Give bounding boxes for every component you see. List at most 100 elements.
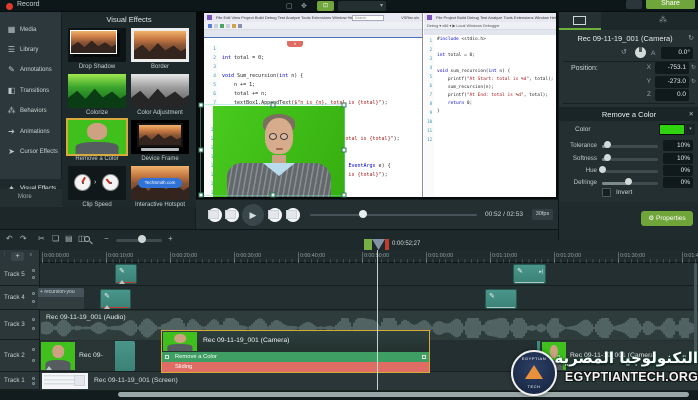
scrubber-handle[interactable]: [359, 210, 367, 218]
keyframe-marker[interactable]: [46, 366, 52, 370]
defringe-slider-handle[interactable]: [625, 178, 632, 185]
rotation-field[interactable]: 0.0°: [661, 47, 693, 59]
track-lock-icon[interactable]: [32, 382, 35, 385]
position-z-field[interactable]: 0.0: [655, 89, 689, 101]
step-back-button[interactable]: |◀: [208, 208, 222, 222]
sidebar-item-annotations[interactable]: ✎Annotations: [0, 60, 62, 80]
reset-all-icon[interactable]: ↻: [688, 34, 694, 42]
playhead-in-handle[interactable]: [364, 239, 372, 250]
track-row[interactable]: [40, 263, 698, 286]
track-lock-icon[interactable]: [32, 300, 35, 303]
resize-handle[interactable]: [342, 103, 347, 108]
play-button[interactable]: ▶: [242, 204, 264, 226]
reset-icon[interactable]: ↻: [691, 78, 696, 85]
share-button[interactable]: Share: [646, 0, 695, 9]
copy-button[interactable]: ❏: [52, 234, 59, 243]
effect-drop-shadow[interactable]: Drop Shadow: [68, 28, 126, 72]
hue-value-field[interactable]: 0%: [663, 165, 693, 176]
tab-effects[interactable]: ⁂: [601, 12, 643, 30]
canvas-zoom-dropdown[interactable]: ▾: [338, 1, 386, 11]
effect-color-adjustment[interactable]: Color Adjustment: [131, 74, 189, 118]
step-forward-button[interactable]: ▶|: [225, 208, 239, 222]
hue-slider-track[interactable]: [602, 170, 658, 173]
resize-handle[interactable]: [342, 148, 347, 153]
track-toggle-icon[interactable]: [32, 292, 35, 295]
fit-to-canvas-button[interactable]: ⊡: [317, 1, 334, 11]
effect-bar-remove-a-color[interactable]: Remove a Color: [162, 352, 429, 362]
annotation-clip[interactable]: ✎▸|: [513, 264, 546, 284]
next-button[interactable]: ›: [286, 208, 300, 222]
sidebar-item-transitions[interactable]: ◧Transitions: [0, 81, 62, 101]
paste-button[interactable]: ▤: [65, 234, 73, 243]
media-bin-clip[interactable]: + recursion-you: [38, 288, 84, 309]
tab-visual-properties[interactable]: [559, 12, 601, 30]
selected-camera-clip[interactable]: Rec 09-11-19_001 (Camera) Remove a Color…: [161, 330, 430, 373]
color-dropdown[interactable]: ▾: [686, 124, 695, 135]
playhead-line[interactable]: [377, 250, 378, 390]
add-track-button[interactable]: +: [11, 252, 24, 261]
position-x-field[interactable]: -753.1: [655, 62, 689, 74]
previous-button[interactable]: ‹: [268, 208, 282, 222]
reset-icon[interactable]: ↻: [691, 64, 696, 71]
invert-checkbox[interactable]: [602, 188, 611, 197]
sidebar-item-media[interactable]: ▦Media: [0, 20, 62, 40]
sidebar-item-more[interactable]: More: [0, 189, 62, 207]
topbar-button[interactable]: [626, 0, 642, 9]
track-lock-icon[interactable]: [32, 276, 35, 279]
tolerance-value-field[interactable]: 10%: [663, 140, 693, 151]
resize-handle[interactable]: [199, 148, 204, 153]
track-lock-icon[interactable]: [32, 327, 35, 330]
effect-interactive-hotspot[interactable]: TechSmith.comInteractive Hotspot: [131, 166, 189, 210]
rotation-dial[interactable]: [635, 47, 646, 58]
resize-handle[interactable]: [270, 193, 275, 198]
camera-clip[interactable]: Rec 09-: [40, 341, 135, 371]
keyframe-marker[interactable]: [119, 280, 125, 284]
track-lock-icon[interactable]: [32, 359, 35, 362]
track-toggle-icon[interactable]: [32, 348, 35, 351]
effect-bar-sliding[interactable]: Sliding: [162, 362, 429, 372]
effect-colorize[interactable]: Colorize: [68, 74, 126, 118]
color-swatch[interactable]: [659, 124, 685, 135]
zoom-out-button[interactable]: −: [104, 234, 109, 243]
annotation-clip[interactable]: ✎: [485, 289, 517, 309]
zoom-in-button[interactable]: +: [168, 234, 173, 243]
softness-value-field[interactable]: 10%: [663, 153, 693, 164]
resize-handle[interactable]: [199, 193, 204, 198]
sidebar-item-animations[interactable]: ➔Animations: [0, 122, 62, 142]
close-icon[interactable]: ✕: [689, 110, 694, 118]
horizontal-scrollbar[interactable]: [118, 392, 689, 397]
effect-border[interactable]: Border: [131, 28, 189, 72]
resize-handle[interactable]: [199, 103, 204, 108]
timeline-zoom-handle[interactable]: [138, 235, 146, 243]
collapse-tracks-icon[interactable]: ∨: [29, 252, 33, 258]
cut-button[interactable]: ✂: [38, 234, 45, 243]
redo-button[interactable]: ↷: [20, 234, 27, 243]
selection-box[interactable]: [200, 104, 345, 196]
track-toggle-icon[interactable]: [32, 269, 35, 272]
effect-clip-speed[interactable]: ›Clip Speed: [68, 166, 126, 210]
defringe-value-field[interactable]: 0%: [663, 177, 693, 188]
hue-slider-handle[interactable]: [599, 166, 606, 173]
sidebar-item-library[interactable]: ☰Library: [0, 40, 62, 60]
playhead-out-handle[interactable]: [385, 239, 389, 250]
resize-handle[interactable]: [342, 193, 347, 198]
scrubber-track[interactable]: [310, 214, 477, 216]
keyframe-marker[interactable]: [104, 305, 110, 309]
sidebar-item-behaviors[interactable]: ⁂Behaviors: [0, 101, 62, 121]
track-toggle-icon[interactable]: [32, 377, 35, 380]
undo-button[interactable]: ↶: [6, 234, 13, 243]
resize-handle[interactable]: [270, 103, 275, 108]
properties-button[interactable]: ⚙ Properties: [641, 211, 693, 226]
effect-device-frame[interactable]: Device Frame: [131, 120, 189, 164]
track-row[interactable]: [40, 286, 698, 310]
crop-icon[interactable]: ▢: [286, 2, 293, 10]
track-toggle-icon[interactable]: [32, 318, 35, 321]
position-y-field[interactable]: -273.0: [655, 76, 689, 88]
timeline-ruler[interactable]: ⋮ + ∨ 0:00:00;000:00:10;000:00:20;000:00…: [0, 250, 698, 263]
collapse-effects-chip[interactable]: ∨: [287, 41, 303, 47]
sidebar-item-cursor-effects[interactable]: ➤Cursor Effects: [0, 142, 62, 162]
pan-icon[interactable]: ✥: [301, 2, 307, 10]
effect-remove-a-color[interactable]: Remove a Color: [68, 120, 126, 164]
record-button[interactable]: Record: [17, 1, 40, 8]
canvas-preview[interactable]: File Edit View Project Build Debug Test …: [196, 12, 558, 199]
